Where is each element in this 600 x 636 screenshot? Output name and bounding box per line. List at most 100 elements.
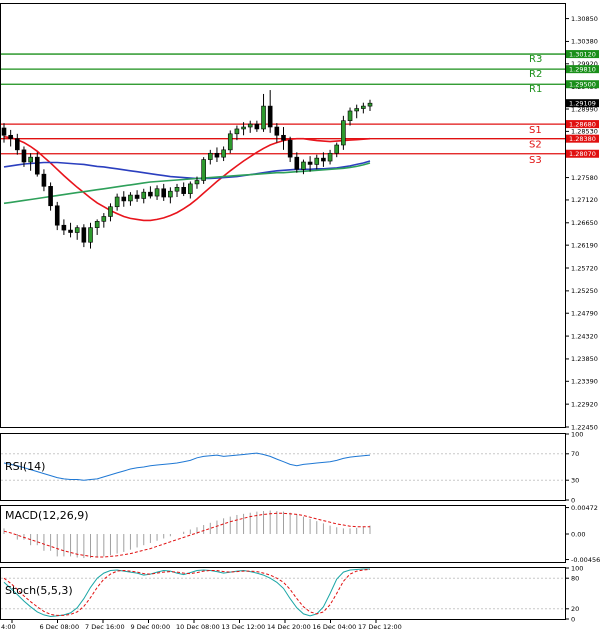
- candle-body: [94, 221, 100, 228]
- candle-body: [354, 108, 359, 112]
- candle-body: [361, 105, 366, 109]
- rsi-tick-label: 30: [571, 477, 579, 485]
- candle-body: [54, 205, 60, 226]
- y-tick-label: 1.23390: [571, 378, 598, 386]
- y-tick-label: 1.25250: [571, 287, 598, 295]
- candle-body: [101, 216, 107, 222]
- candle-body: [141, 191, 147, 199]
- rsi-panel: [0, 433, 566, 501]
- candle-body: [307, 161, 313, 165]
- stoch-tick-label: 20: [571, 605, 579, 613]
- y-tick-label: 1.26190: [571, 241, 598, 249]
- x-tick-label: 4:00: [1, 623, 16, 631]
- y-tick-label: 1.24320: [571, 332, 598, 340]
- x-tick-label: 7 Dec 16:00: [85, 623, 125, 631]
- candle-body: [148, 191, 153, 197]
- macd-tick-label: -0.00456: [571, 556, 600, 564]
- candle-body: [221, 149, 226, 158]
- y-tick-label: 1.30850: [571, 15, 598, 23]
- level-tag-text: 1.28380: [569, 135, 596, 143]
- level-label-s1: S1: [529, 125, 542, 136]
- stoch-tick-label: 100: [571, 564, 583, 572]
- level-label-r2: R2: [529, 69, 542, 80]
- x-tick-label: 6 Dec 08:00: [40, 623, 80, 631]
- candle-body: [227, 133, 233, 151]
- level-tag-text: 1.29500: [569, 81, 596, 89]
- candle-body: [108, 206, 113, 217]
- rsi-tick-label: 70: [571, 450, 579, 458]
- candle-body: [174, 187, 180, 192]
- candle-body: [314, 157, 320, 165]
- candle-body: [128, 194, 133, 202]
- y-tick-label: 1.27580: [571, 174, 598, 182]
- level-tag-text: 1.29810: [569, 65, 596, 73]
- candle-body: [287, 139, 293, 158]
- candle-body: [134, 194, 140, 199]
- candle-body: [294, 156, 300, 170]
- candle-body: [168, 190, 173, 198]
- y-tick-label: 1.25720: [571, 264, 598, 272]
- y-tick-label: 1.22920: [571, 400, 598, 408]
- candle-body: [88, 227, 93, 243]
- candle-body: [194, 180, 200, 185]
- candle-body: [341, 120, 346, 146]
- y-tick-label: 1.23850: [571, 355, 598, 363]
- stoch-tick-label: 0: [571, 615, 575, 623]
- candle-body: [161, 188, 167, 198]
- candle-body: [61, 224, 67, 231]
- candle-body: [241, 126, 246, 130]
- level-label-s2: S2: [529, 140, 542, 151]
- candle-body: [81, 227, 87, 243]
- candle-body: [74, 227, 80, 233]
- rsi-title: RSI(14): [5, 460, 45, 473]
- candle-body: [334, 144, 340, 154]
- y-tick-label: 1.26650: [571, 219, 598, 227]
- candle-body: [114, 196, 120, 208]
- macd-title: MACD(12,26,9): [5, 509, 89, 522]
- candle-body: [154, 188, 160, 197]
- candle-body: [41, 173, 47, 187]
- candle-body: [247, 123, 253, 128]
- candle-body: [281, 134, 286, 141]
- stoch-title: Stoch(5,5,3): [5, 584, 73, 597]
- x-tick-label: 9 Dec 00:00: [131, 623, 171, 631]
- candle-body: [68, 229, 73, 233]
- y-tick-label: 1.30380: [571, 38, 598, 46]
- x-tick-label: 16 Dec 04:00: [313, 623, 357, 631]
- main-price-panel: [0, 3, 566, 428]
- rsi-tick-label: 100: [571, 430, 583, 438]
- candle-body: [181, 187, 186, 194]
- candle-body: [347, 110, 353, 121]
- candle-body: [274, 126, 280, 136]
- candle-body: [234, 128, 240, 135]
- price-tag-text: 1.29109: [569, 99, 596, 107]
- x-tick-label: 17 Dec 12:00: [358, 623, 402, 631]
- candle-body: [21, 149, 27, 163]
- level-label-r1: R1: [529, 84, 542, 95]
- candle-body: [201, 159, 206, 181]
- stoch-tick-label: 80: [571, 575, 579, 583]
- macd-tick-label: 0.00: [571, 530, 585, 538]
- level-tag-text: 1.28070: [569, 150, 596, 158]
- x-tick-label: 13 Dec 12:00: [222, 623, 266, 631]
- candle-body: [188, 183, 193, 194]
- candle-body: [207, 152, 213, 160]
- candle-body: [48, 186, 53, 207]
- candle-body: [34, 156, 40, 175]
- candle-body: [327, 152, 333, 162]
- y-tick-label: 1.24790: [571, 310, 598, 318]
- candle-body: [8, 134, 13, 139]
- candle-body: [267, 105, 273, 128]
- level-label-s3: S3: [529, 155, 542, 166]
- candle-body: [1, 127, 7, 136]
- stoch-panel: [0, 567, 566, 620]
- candle-body: [367, 102, 373, 107]
- candle-body: [28, 156, 33, 163]
- candle-body: [121, 196, 127, 202]
- x-tick-label: 14 Dec 20:00: [267, 623, 311, 631]
- candle-body: [15, 138, 20, 151]
- candle-body: [254, 123, 260, 130]
- candle-body: [261, 105, 266, 130]
- candle-body: [301, 161, 306, 170]
- forex-chart: R3R2R1S1S2S3 1.308501.303801.299201.2945…: [0, 3, 600, 631]
